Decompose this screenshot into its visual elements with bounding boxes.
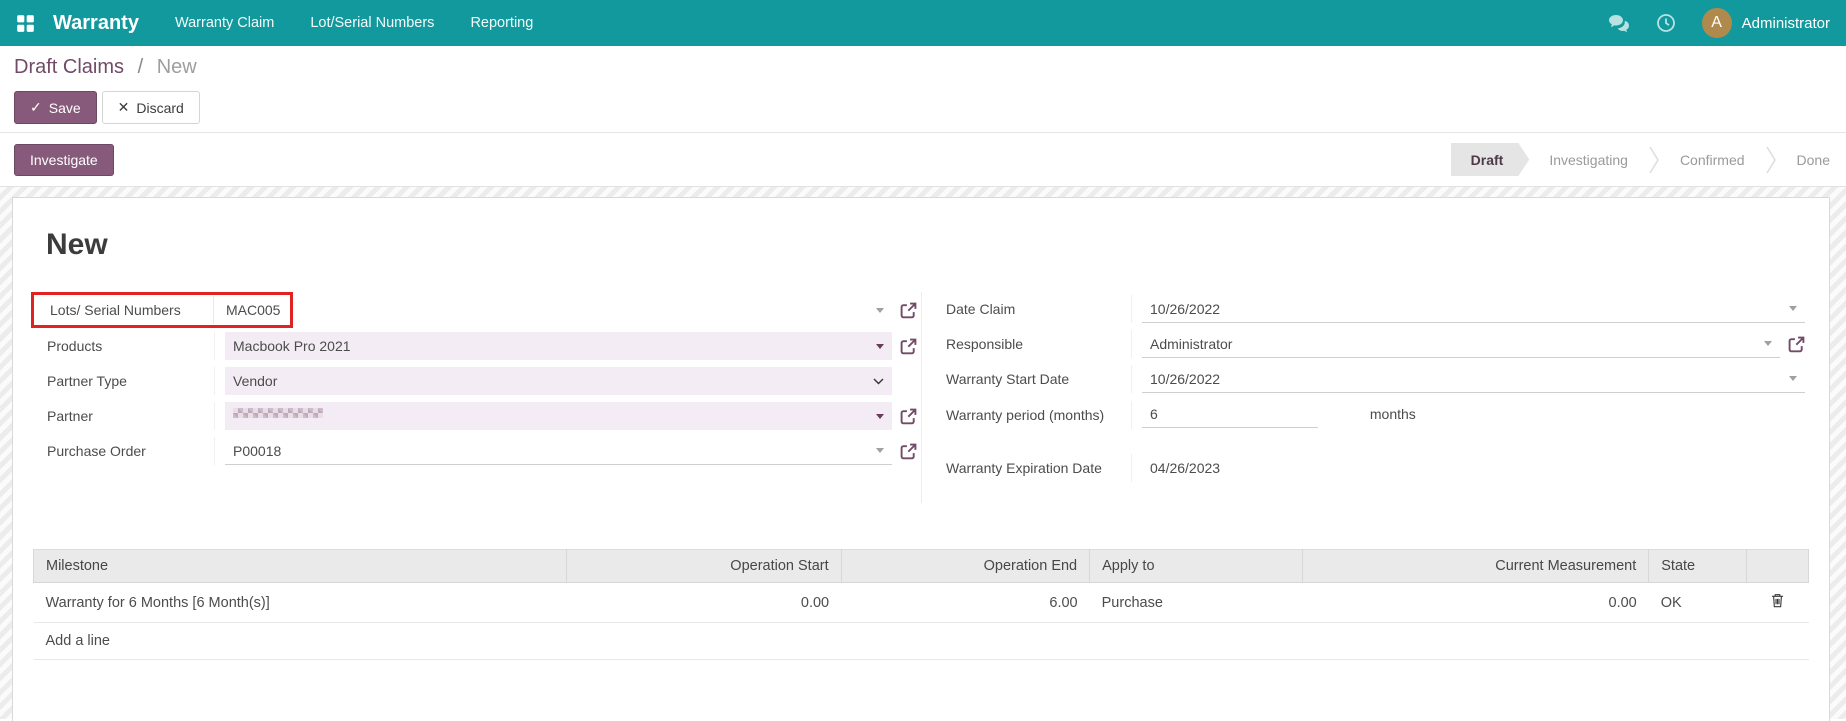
- dropdown-caret-icon[interactable]: [1789, 376, 1797, 381]
- responsible-field[interactable]: Administrator: [1142, 330, 1780, 358]
- dropdown-caret-icon[interactable]: [876, 414, 884, 419]
- external-link-icon[interactable]: [900, 302, 917, 319]
- form-view-background: New Lots/ Serial Numbers MAC005 Produ: [0, 187, 1846, 719]
- cell-operation-start[interactable]: 0.00: [566, 583, 841, 623]
- field-row-products: Products Macbook Pro 2021: [37, 329, 917, 363]
- cell-operation-end[interactable]: 6.00: [841, 583, 1090, 623]
- statusbar: Draft Investigating Confirmed Done: [1451, 143, 1846, 176]
- responsible-label: Responsible: [936, 330, 1132, 358]
- partner-type-label: Partner Type: [37, 367, 215, 395]
- dropdown-caret-icon[interactable]: [1789, 306, 1797, 311]
- apps-grid-icon[interactable]: [16, 14, 35, 33]
- menu-warranty-claim[interactable]: Warranty Claim: [175, 15, 274, 31]
- warranty-period-label: Warranty period (months): [936, 401, 1132, 429]
- field-row-partner: Partner: [37, 399, 917, 433]
- warranty-expiration-label: Warranty Expiration Date: [936, 454, 1132, 482]
- col-operation-start[interactable]: Operation Start: [566, 550, 841, 583]
- col-operation-end[interactable]: Operation End: [841, 550, 1090, 583]
- messages-icon[interactable]: [1608, 14, 1630, 32]
- red-highlight-box: Lots/ Serial Numbers MAC005: [31, 292, 293, 328]
- cell-state[interactable]: OK: [1649, 583, 1747, 623]
- check-icon: ✓: [30, 99, 42, 116]
- app-name[interactable]: Warranty: [53, 12, 139, 35]
- col-state[interactable]: State: [1649, 550, 1747, 583]
- systray: A Administrator: [1608, 8, 1830, 38]
- field-row-warranty-start: Warranty Start Date 10/26/2022: [936, 362, 1805, 396]
- status-step-done[interactable]: Done: [1777, 143, 1846, 176]
- col-actions: [1746, 550, 1808, 583]
- dropdown-caret-icon[interactable]: [876, 308, 884, 313]
- select-chevron-icon: [873, 378, 884, 385]
- field-row-purchase-order: Purchase Order P00018: [37, 434, 917, 468]
- external-link-icon[interactable]: [1788, 336, 1805, 353]
- menu-reporting[interactable]: Reporting: [470, 15, 533, 31]
- chevron-separator-icon: [1648, 143, 1660, 176]
- add-a-line-link[interactable]: Add a line: [34, 623, 1809, 660]
- status-step-investigating[interactable]: Investigating: [1529, 143, 1648, 176]
- field-row-date-claim: Date Claim 10/26/2022: [936, 292, 1805, 326]
- products-label: Products: [37, 332, 215, 360]
- purchase-order-field[interactable]: P00018: [225, 437, 892, 465]
- redacted-value: [233, 412, 323, 420]
- dropdown-caret-icon[interactable]: [876, 344, 884, 349]
- partner-type-select[interactable]: Vendor: [225, 367, 892, 395]
- field-row-partner-type: Partner Type Vendor: [37, 364, 917, 398]
- external-link-icon[interactable]: [900, 338, 917, 355]
- cell-current-measurement[interactable]: 0.00: [1303, 583, 1649, 623]
- status-step-draft[interactable]: Draft: [1451, 143, 1530, 176]
- activity-clock-icon[interactable]: [1656, 13, 1676, 33]
- warranty-period-input[interactable]: 6: [1142, 401, 1318, 428]
- breadcrumb-draft-claims[interactable]: Draft Claims: [14, 56, 124, 78]
- warranty-start-field[interactable]: 10/26/2022: [1142, 365, 1805, 393]
- products-field[interactable]: Macbook Pro 2021: [225, 332, 892, 360]
- table-header-row: Milestone Operation Start Operation End …: [34, 550, 1809, 583]
- lots-serial-value[interactable]: MAC005: [214, 302, 280, 318]
- purchase-order-label: Purchase Order: [37, 437, 215, 465]
- breadcrumb-separator: /: [138, 56, 144, 78]
- col-current-measurement[interactable]: Current Measurement: [1303, 550, 1649, 583]
- col-apply-to[interactable]: Apply to: [1090, 550, 1303, 583]
- dropdown-caret-icon[interactable]: [1764, 341, 1772, 346]
- warranty-expiration-value: 04/26/2023: [1142, 454, 1805, 482]
- user-menu[interactable]: A Administrator: [1702, 8, 1830, 38]
- user-name: Administrator: [1742, 15, 1830, 32]
- field-row-warranty-period: Warranty period (months) 6 months: [936, 397, 1805, 449]
- delete-row-icon[interactable]: [1771, 593, 1784, 608]
- partner-label: Partner: [37, 402, 215, 430]
- form-sheet: New Lots/ Serial Numbers MAC005 Produ: [12, 197, 1830, 721]
- top-navbar: Warranty Warranty Claim Lot/Serial Numbe…: [0, 0, 1846, 46]
- dropdown-caret-icon[interactable]: [876, 448, 884, 453]
- breadcrumb: Draft Claims / New: [14, 56, 1832, 79]
- control-panel: Draft Claims / New ✓ Save ✕ Discard Inve…: [0, 46, 1846, 187]
- milestones-list: Milestone Operation Start Operation End …: [33, 549, 1809, 660]
- partner-field[interactable]: [225, 402, 892, 430]
- table-row[interactable]: Warranty for 6 Months [6 Month(s)] 0.00 …: [34, 583, 1809, 623]
- cell-apply-to[interactable]: Purchase: [1090, 583, 1303, 623]
- record-title: New: [46, 228, 1809, 262]
- field-row-responsible: Responsible Administrator: [936, 327, 1805, 361]
- breadcrumb-current: New: [157, 56, 197, 78]
- discard-button[interactable]: ✕ Discard: [102, 91, 200, 124]
- x-icon: ✕: [118, 99, 130, 116]
- investigate-button[interactable]: Investigate: [14, 144, 114, 176]
- warranty-period-unit: months: [1370, 406, 1416, 422]
- external-link-icon[interactable]: [900, 443, 917, 460]
- avatar[interactable]: A: [1702, 8, 1732, 38]
- save-button[interactable]: ✓ Save: [14, 91, 97, 124]
- chevron-separator-icon: [1765, 143, 1777, 176]
- date-claim-field[interactable]: 10/26/2022: [1142, 295, 1805, 323]
- date-claim-label: Date Claim: [936, 295, 1132, 323]
- cell-milestone[interactable]: Warranty for 6 Months [6 Month(s)]: [34, 583, 567, 623]
- col-milestone[interactable]: Milestone: [34, 550, 567, 583]
- field-row-lots-serial: Lots/ Serial Numbers MAC005: [37, 292, 917, 328]
- status-step-confirmed[interactable]: Confirmed: [1660, 143, 1765, 176]
- warranty-start-label: Warranty Start Date: [936, 365, 1132, 393]
- menu-lot-serial-numbers[interactable]: Lot/Serial Numbers: [310, 15, 434, 31]
- field-row-warranty-expiration: Warranty Expiration Date 04/26/2023: [936, 450, 1805, 502]
- external-link-icon[interactable]: [900, 408, 917, 425]
- main-menu: Warranty Claim Lot/Serial Numbers Report…: [175, 15, 533, 31]
- lots-serial-label: Lots/ Serial Numbers: [40, 296, 214, 324]
